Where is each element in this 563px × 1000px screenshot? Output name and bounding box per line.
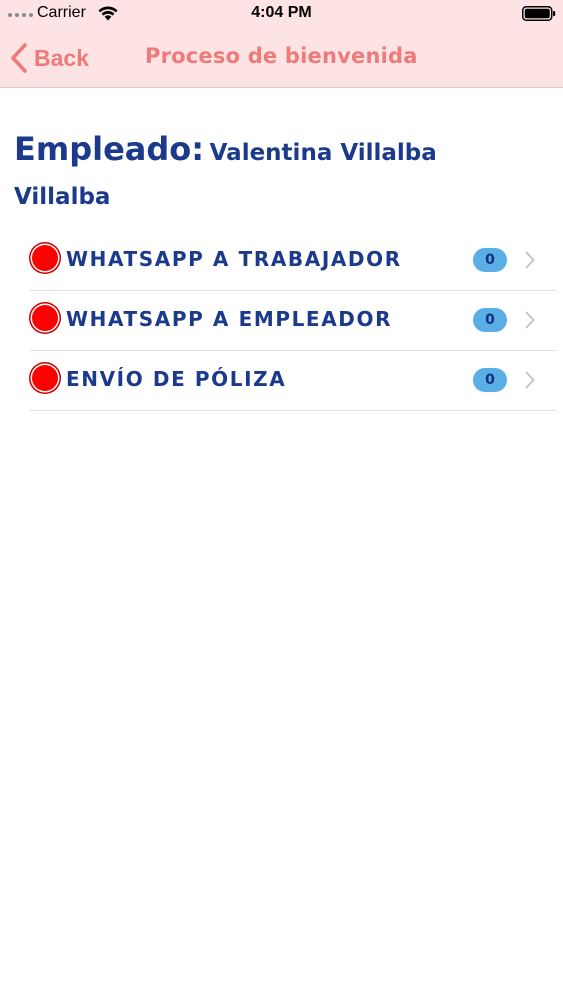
task-row-whatsapp-empleador[interactable]: WHATSAPP A EMPLEADOR 0 [30,291,557,351]
count-badge: 0 [473,368,507,392]
employee-header: Empleado: Valentina Villalba Villalba [14,128,534,220]
page-title: Proceso de bienvenida [145,44,418,68]
chevron-left-icon [11,43,27,73]
count-badge: 0 [473,248,507,272]
status-dot-icon [32,365,58,391]
status-bar: Carrier 4:04 PM [0,0,563,30]
chevron-right-icon [525,251,535,269]
back-label: Back [34,44,89,71]
navigation-bar: Back Proceso de bienvenida [0,30,563,88]
count-badge: 0 [473,308,507,332]
task-row-envio-poliza[interactable]: ENVÍO DE PÓLIZA 0 [30,351,557,411]
back-button[interactable]: Back [10,42,89,74]
chevron-right-icon [525,311,535,329]
task-label: ENVÍO DE PÓLIZA [66,367,287,391]
status-time: 4:04 PM [251,4,312,21]
chevron-right-icon [525,371,535,389]
app-screen: Carrier 4:04 PM Back Proceso de bienveni… [0,0,563,1000]
employee-label: Empleado: [14,130,205,168]
status-dot-icon [32,245,58,271]
status-dot-icon [32,305,58,331]
task-list: WHATSAPP A TRABAJADOR 0 WHATSAPP A EMPLE… [30,231,557,411]
task-label: WHATSAPP A TRABAJADOR [66,247,402,271]
task-row-whatsapp-trabajador[interactable]: WHATSAPP A TRABAJADOR 0 [30,231,557,291]
task-label: WHATSAPP A EMPLEADOR [66,307,393,331]
battery-icon [522,6,556,21]
